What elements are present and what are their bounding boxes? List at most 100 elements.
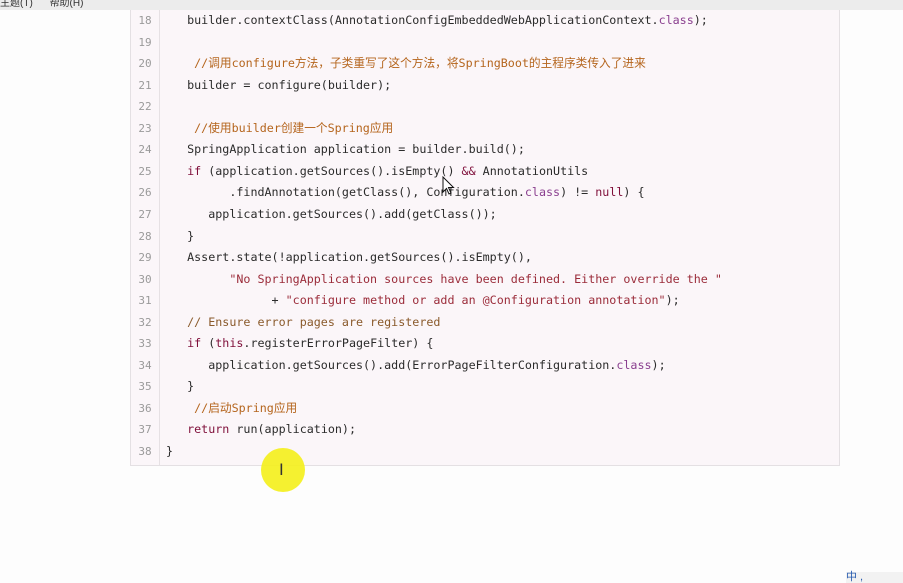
code-token: );: [693, 13, 708, 27]
code-text: "No SpringApplication sources have been …: [166, 269, 722, 291]
code-line: 29 Assert.state(!application.getSources(…: [131, 247, 839, 269]
code-token: builder.contextClass(AnnotationConfigEmb…: [166, 13, 659, 27]
code-token: null: [595, 185, 624, 200]
code-line: 26 .findAnnotation(getClass(), Configura…: [131, 182, 839, 204]
code-token: class: [616, 357, 652, 372]
line-number: 31: [138, 294, 152, 308]
code-token: );: [651, 357, 666, 372]
menu-help[interactable]: 帮助(H): [50, 0, 84, 9]
code-token: }: [166, 379, 195, 394]
code-line: 25 if (application.getSources().isEmpty(…: [131, 161, 839, 183]
line-number: 29: [138, 251, 152, 265]
line-number: 34: [138, 358, 152, 372]
line-number: 36: [138, 401, 152, 415]
code-line: 38}: [131, 441, 839, 463]
code-token: "No SpringApplication sources have been …: [166, 271, 722, 286]
line-number: 26: [138, 186, 152, 200]
code-token: if: [166, 163, 202, 178]
code-token: .registerErrorPageFilter) {: [243, 336, 434, 351]
code-token: "configure method or add an @Configurati…: [285, 293, 666, 308]
text-cursor-icon: I: [279, 460, 284, 479]
code-text: SpringApplication application = builder.…: [166, 139, 525, 161]
line-number: 20: [138, 57, 152, 71]
code-token: if: [166, 336, 202, 351]
line-number: 24: [138, 143, 152, 157]
menu-bar: 主题(T) 帮助(H): [0, 0, 903, 10]
code-token: //使用builder创建一个Spring应用: [166, 120, 394, 135]
code-token: AnnotationUtils: [475, 163, 589, 178]
code-line: 18 builder.contextClass(AnnotationConfig…: [131, 10, 839, 32]
code-text: return run(application);: [166, 419, 356, 441]
code-text: builder.contextClass(AnnotationConfigEmb…: [166, 10, 708, 32]
line-number: 22: [138, 100, 152, 114]
code-text: //启动Spring应用: [166, 398, 297, 420]
code-token: // Ensure error pages are registered: [166, 314, 441, 329]
code-token: application.getSources().add(ErrorPageFi…: [166, 357, 617, 372]
code-text: .findAnnotation(getClass(), Configuratio…: [166, 182, 645, 204]
code-token: this: [215, 336, 244, 351]
line-number: 23: [138, 121, 152, 135]
code-text: //调用configure方法，子类重写了这个方法，将SpringBoot的主程…: [166, 53, 646, 75]
code-token: builder = configure(builder);: [166, 77, 392, 92]
code-token: ) !=: [560, 185, 596, 200]
code-text: application.getSources().add(getClass())…: [166, 204, 497, 226]
code-token: //调用configure方法，子类重写了这个方法，将SpringBoot的主程…: [166, 56, 646, 71]
line-number: 19: [138, 35, 152, 49]
code-token: SpringApplication application = builder.…: [166, 142, 525, 157]
line-number: 21: [138, 78, 152, 92]
menu-theme[interactable]: 主题(T): [0, 0, 33, 9]
code-token: (application.getSources().isEmpty(): [201, 163, 462, 178]
code-token: (: [201, 336, 216, 351]
code-text: }: [166, 376, 194, 398]
code-token: application.getSources().add(getClass())…: [166, 206, 497, 221]
line-number: 38: [138, 445, 152, 458]
code-line: 21 builder = configure(builder);: [131, 75, 839, 97]
code-token: }: [166, 444, 174, 458]
ime-tray[interactable]: 中 ,: [846, 572, 903, 583]
code-token: .findAnnotation(getClass(), Configuratio…: [166, 185, 525, 200]
code-line: 27 application.getSources().add(getClass…: [131, 204, 839, 226]
line-number: 37: [138, 423, 152, 437]
code-text: //使用builder创建一个Spring应用: [166, 118, 393, 140]
ime-indicator[interactable]: 中 ,: [846, 571, 863, 583]
code-token: return: [166, 422, 230, 437]
line-number: 28: [138, 229, 152, 243]
code-text: }: [166, 226, 194, 248]
line-number: 18: [138, 14, 152, 27]
code-line: 37 return run(application);: [131, 419, 839, 441]
code-token: +: [166, 293, 286, 308]
code-line: 30 "No SpringApplication sources have be…: [131, 269, 839, 291]
code-token: );: [665, 293, 680, 308]
code-text: if (application.getSources().isEmpty() &…: [166, 161, 588, 183]
code-text: // Ensure error pages are registered: [166, 312, 440, 334]
code-line: 31 + "configure method or add an @Config…: [131, 290, 839, 312]
code-line: 22: [131, 96, 839, 118]
code-line: 19: [131, 32, 839, 54]
code-text: application.getSources().add(ErrorPageFi…: [166, 355, 666, 377]
code-line: 20 //调用configure方法，子类重写了这个方法，将SpringBoot…: [131, 53, 839, 75]
code-text: if (this.registerErrorPageFilter) {: [166, 333, 433, 355]
code-line: 33 if (this.registerErrorPageFilter) {: [131, 333, 839, 355]
code-token: ) {: [623, 185, 645, 200]
code-token: Assert.state(!application.getSources().i…: [166, 250, 532, 265]
line-number: 35: [138, 380, 152, 394]
code-token: class: [524, 185, 561, 200]
code-text: builder = configure(builder);: [166, 75, 391, 97]
code-token: //启动Spring应用: [166, 400, 298, 415]
code-line: 24 SpringApplication application = build…: [131, 139, 839, 161]
code-line: 36 //启动Spring应用: [131, 398, 839, 420]
line-number: 30: [138, 272, 152, 286]
code-block: 18 builder.contextClass(AnnotationConfig…: [130, 10, 840, 466]
code-text: }: [166, 441, 173, 463]
code-token: class: [658, 13, 694, 27]
code-text: Assert.state(!application.getSources().i…: [166, 247, 532, 269]
code-token: &&: [461, 163, 476, 178]
line-number: 33: [138, 337, 152, 351]
code-line: 23 //使用builder创建一个Spring应用: [131, 118, 839, 140]
line-number: 27: [138, 207, 152, 221]
line-number: 32: [138, 315, 152, 329]
mouse-pointer-icon: [442, 176, 455, 195]
code-token: }: [166, 228, 195, 243]
code-line: 28 }: [131, 226, 839, 248]
code-line: 32 // Ensure error pages are registered: [131, 312, 839, 334]
